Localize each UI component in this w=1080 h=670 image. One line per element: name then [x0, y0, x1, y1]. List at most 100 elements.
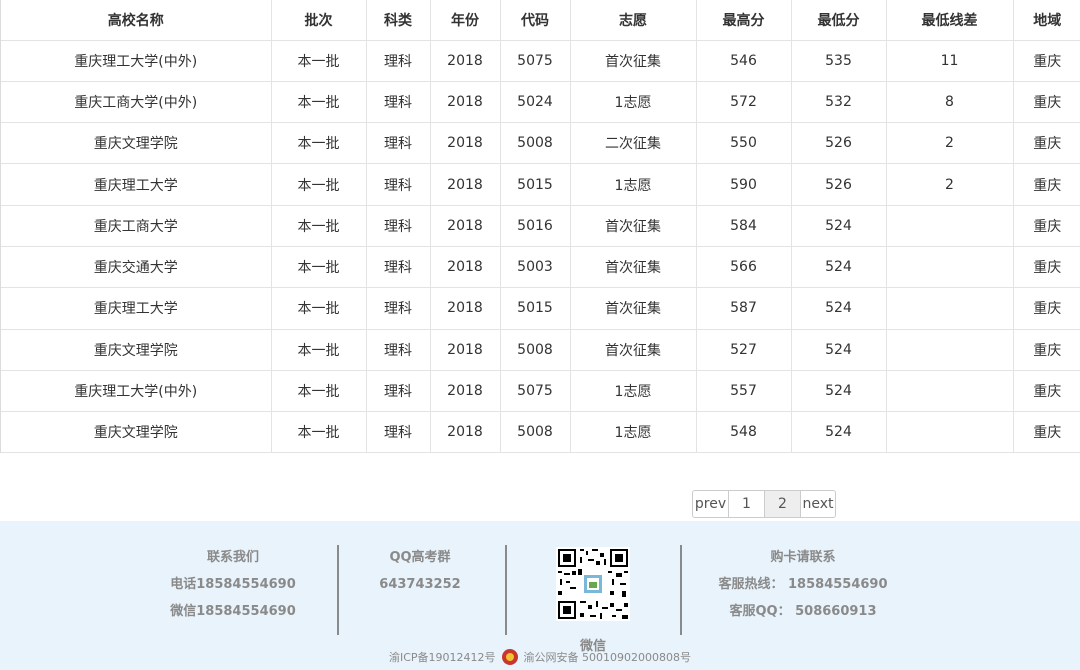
table-cell: 2018 — [430, 205, 501, 247]
table-cell: 2018 — [430, 122, 501, 165]
table-cell: 550 — [696, 122, 792, 165]
table-cell: 524 — [791, 287, 887, 330]
table-cell: 557 — [696, 370, 792, 413]
table-cell: 527 — [696, 329, 792, 371]
table-row: 重庆理工大学(中外) 本一批 理科 2018 5075 1志愿 557 524 重庆 — [1, 370, 1080, 413]
table-row: 重庆文理学院 本一批 理科 2018 5008 首次征集 527 524 重庆 — [1, 329, 1080, 371]
table-cell: 理科 — [366, 370, 431, 413]
site-footer: 联系我们 电话18584554690 微信18584554690 QQ高考群 6… — [0, 521, 1080, 670]
column-header: 志愿 — [570, 0, 697, 41]
column-header: 科类 — [366, 0, 431, 41]
table-cell: 理科 — [366, 40, 431, 82]
table-cell: 2018 — [430, 329, 501, 371]
table-cell: 本一批 — [271, 411, 367, 454]
table-cell: 524 — [791, 205, 887, 247]
table-cell: 重庆理工大学(中外) — [1, 370, 272, 413]
table-cell: 本一批 — [271, 287, 367, 330]
table-cell: 2018 — [430, 246, 501, 289]
prev-page-button[interactable]: prev — [693, 491, 729, 517]
table-cell — [886, 411, 1014, 454]
contact-section: 联系我们 电话18584554690 微信18584554690 — [150, 549, 316, 630]
table-cell: 重庆交通大学 — [1, 246, 272, 289]
table-cell: 重庆理工大学(中外) — [1, 40, 272, 82]
table-cell: 1志愿 — [570, 163, 697, 206]
qq-group-number: 643743252 — [379, 577, 461, 592]
table-cell: 本一批 — [271, 329, 367, 371]
table-cell: 5008 — [500, 122, 571, 165]
table-cell: 重庆 — [1013, 246, 1080, 289]
table-cell: 548 — [696, 411, 792, 454]
table-cell: 524 — [791, 329, 887, 371]
column-header: 代码 — [500, 0, 571, 41]
table-cell: 理科 — [366, 205, 431, 247]
table-row: 重庆理工大学 本一批 理科 2018 5015 首次征集 587 524 重庆 — [1, 287, 1080, 330]
table-cell: 5015 — [500, 163, 571, 206]
page-2-button[interactable]: 2 — [765, 491, 801, 517]
table-cell — [886, 246, 1014, 289]
table-body: 重庆理工大学(中外) 本一批 理科 2018 5075 首次征集 546 535 11 重庆 重庆工… — [1, 40, 1080, 454]
icp-line: 渝ICP备19012412号 渝公网安备 50010902000808号 — [0, 649, 1080, 665]
column-header: 最低分 — [791, 0, 887, 41]
police-record[interactable]: 渝公网安备 50010902000808号 — [524, 649, 691, 665]
table-cell: 2018 — [430, 370, 501, 413]
table-cell: 5024 — [500, 81, 571, 124]
table-header-row: 高校名称 批次 科类 年份 代码 志愿 最高分 最低分 最低线差 地域 — [1, 0, 1080, 41]
footer-divider — [680, 545, 682, 635]
table-row: 重庆工商大学(中外) 本一批 理科 2018 5024 1志愿 572 532 8 重庆 — [1, 81, 1080, 124]
table-cell: 重庆文理学院 — [1, 411, 272, 454]
table-cell: 重庆理工大学 — [1, 287, 272, 330]
table-cell: 重庆工商大学 — [1, 205, 272, 247]
table-cell: 524 — [791, 370, 887, 413]
table-cell: 理科 — [366, 411, 431, 454]
table-cell: 本一批 — [271, 40, 367, 82]
icp-number[interactable]: 渝ICP备19012412号 — [389, 649, 496, 665]
table-cell: 二次征集 — [570, 122, 697, 165]
table-cell: 重庆理工大学 — [1, 163, 272, 206]
table-row: 重庆理工大学 本一批 理科 2018 5015 1志愿 590 526 2 重庆 — [1, 163, 1080, 206]
table-cell: 8 — [886, 81, 1014, 124]
column-header: 批次 — [271, 0, 367, 41]
table-cell: 526 — [791, 163, 887, 206]
table-cell: 重庆 — [1013, 122, 1080, 165]
table-row: 重庆文理学院 本一批 理科 2018 5008 二次征集 550 526 2 重庆 — [1, 122, 1080, 165]
table-cell: 11 — [886, 40, 1014, 82]
results-table: 高校名称 批次 科类 年份 代码 志愿 最高分 最低分 最低线差 地域 重庆理工大学(中外) 本一批… — [1, 0, 1080, 454]
contact-wechat: 微信18584554690 — [170, 604, 296, 619]
table-cell: 566 — [696, 246, 792, 289]
table-cell: 524 — [791, 411, 887, 454]
table-cell: 5075 — [500, 370, 571, 413]
table-cell: 2018 — [430, 411, 501, 454]
results-table-container: 高校名称 批次 科类 年份 代码 志愿 最高分 最低分 最低线差 地域 重庆理工大学(中外) 本一批… — [0, 0, 1080, 454]
table-row: 重庆工商大学 本一批 理科 2018 5016 首次征集 584 524 重庆 — [1, 205, 1080, 247]
table-cell: 理科 — [366, 163, 431, 206]
card-purchase-section: 购卡请联系 客服热线： 18584554690 客服QQ： 508660913 — [718, 549, 888, 630]
footer-divider — [337, 545, 339, 635]
table-cell: 526 — [791, 122, 887, 165]
column-header: 高校名称 — [1, 0, 272, 41]
police-badge-icon — [501, 649, 518, 665]
table-cell — [886, 329, 1014, 371]
table-cell: 本一批 — [271, 246, 367, 289]
table-cell: 5015 — [500, 287, 571, 330]
next-page-button[interactable]: next — [801, 491, 835, 517]
table-cell: 重庆文理学院 — [1, 329, 272, 371]
table-cell: 5008 — [500, 329, 571, 371]
table-cell: 理科 — [366, 287, 431, 330]
table-cell: 重庆 — [1013, 329, 1080, 371]
table-cell: 理科 — [366, 122, 431, 165]
table-cell: 首次征集 — [570, 205, 697, 247]
table-cell: 2018 — [430, 163, 501, 206]
card-title: 购卡请联系 — [770, 550, 836, 565]
table-cell: 理科 — [366, 81, 431, 124]
column-header: 年份 — [430, 0, 501, 41]
column-header: 最高分 — [696, 0, 792, 41]
table-cell: 重庆 — [1013, 40, 1080, 82]
table-row: 重庆文理学院 本一批 理科 2018 5008 1志愿 548 524 重庆 — [1, 411, 1080, 454]
table-cell: 524 — [791, 246, 887, 289]
table-cell: 5003 — [500, 246, 571, 289]
page-1-button[interactable]: 1 — [729, 491, 765, 517]
card-hotline: 客服热线： 18584554690 — [718, 577, 888, 592]
table-cell: 5075 — [500, 40, 571, 82]
contact-title: 联系我们 — [206, 550, 259, 565]
table-cell: 590 — [696, 163, 792, 206]
